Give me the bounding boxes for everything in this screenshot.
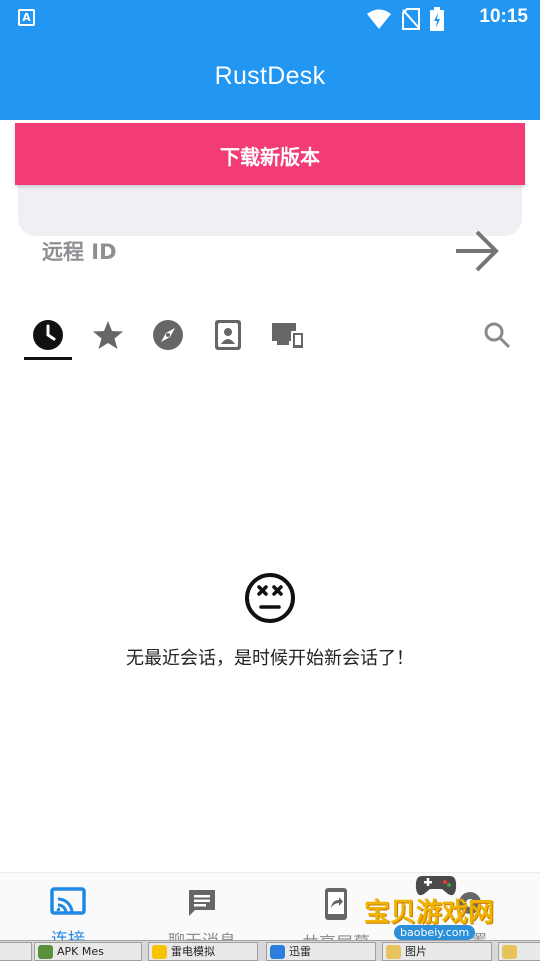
discovered-icon [153, 320, 183, 350]
emulator-icon [152, 945, 167, 959]
tab-recent[interactable] [25, 312, 71, 358]
taskbar-item[interactable]: APK Mes [34, 942, 142, 961]
search-icon [484, 322, 511, 349]
taskbar-item-partial[interactable] [498, 942, 540, 961]
search-button[interactable] [474, 312, 520, 358]
app-bar: RustDesk [0, 36, 540, 120]
download-new-version-button[interactable]: 下载新版本 [15, 123, 525, 185]
address-book-icon [215, 320, 241, 350]
empty-state-message: 无最近会话，是时候开始新会话了！ [126, 648, 414, 669]
download-label: 下载新版本 [220, 145, 320, 169]
status-bar: A 10:15 [0, 0, 540, 36]
tab-address-book[interactable] [205, 312, 251, 358]
chat-icon [189, 890, 215, 916]
connect-arrow-icon[interactable] [452, 226, 502, 276]
taskbar-item[interactable]: 图片 [382, 942, 492, 961]
taskbar-item[interactable]: 雷电模拟 [148, 942, 258, 961]
remote-id-input[interactable]: 远程 ID [42, 236, 117, 266]
wifi-icon [367, 9, 391, 29]
no-sim-icon [402, 8, 420, 30]
clock: 10:15 [479, 6, 528, 27]
tab-devices[interactable] [265, 312, 311, 358]
app-title: RustDesk [214, 62, 326, 90]
taskbar-item-partial[interactable] [0, 942, 32, 961]
recent-icon [33, 320, 63, 350]
active-tab-indicator [24, 357, 72, 360]
dizzy-face-icon [245, 573, 295, 623]
favorites-icon [93, 321, 123, 349]
folder-icon [386, 945, 401, 959]
thunder-icon [270, 945, 285, 959]
status-icons [366, 7, 444, 31]
watermark-title: 宝贝游戏网 [364, 898, 495, 928]
battery-charging-icon [430, 7, 444, 31]
folder-icon [502, 945, 517, 959]
taskbar-item[interactable]: 迅雷 [266, 942, 376, 961]
apk-icon [38, 945, 53, 959]
peer-tabs [0, 312, 540, 364]
devices-icon [272, 323, 304, 349]
host-taskbar: APK Mes 雷电模拟 迅雷 图片 [0, 940, 540, 961]
tab-discovered[interactable] [145, 312, 191, 358]
share-screen-icon [325, 888, 347, 920]
cast-icon [50, 887, 86, 915]
notification-icon: A [18, 9, 35, 26]
tab-favorites[interactable] [85, 312, 131, 358]
watermark-url: baobeiy.com [394, 925, 476, 940]
